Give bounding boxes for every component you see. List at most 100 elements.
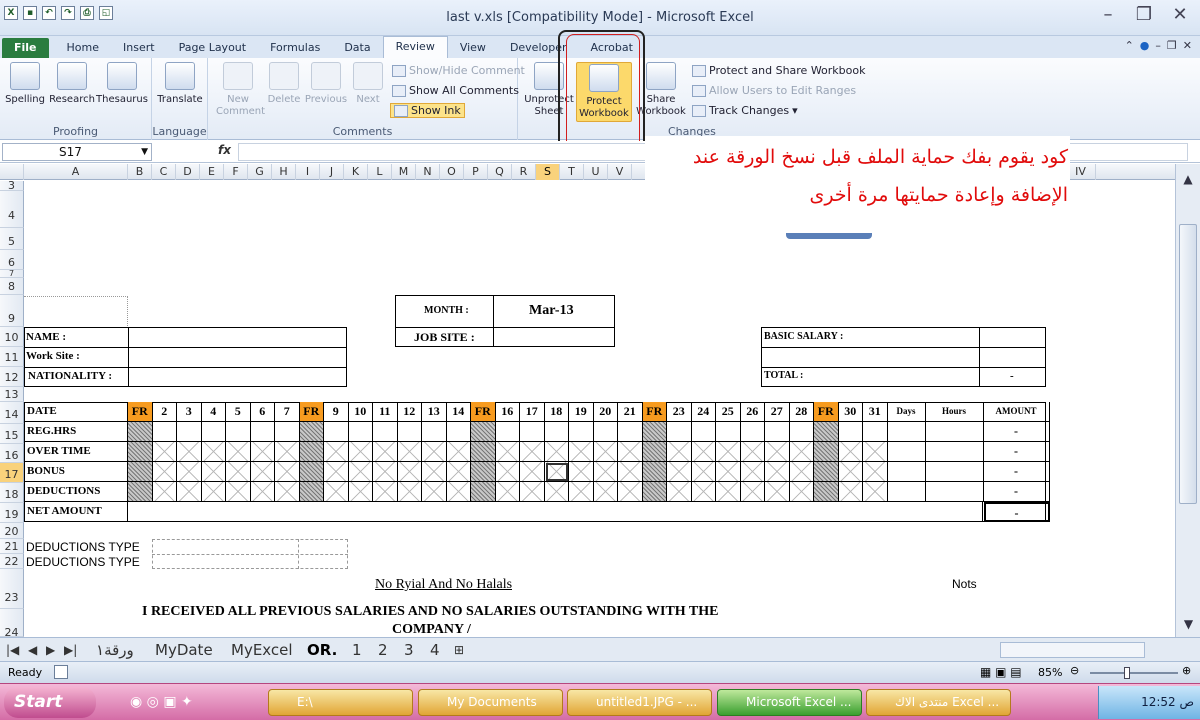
tab-insert[interactable]: Insert <box>111 38 167 58</box>
day-cell[interactable] <box>838 462 863 482</box>
day-cell[interactable] <box>569 462 594 482</box>
day-cell[interactable] <box>520 422 545 442</box>
col-header-c[interactable]: C <box>152 164 176 180</box>
scroll-down-icon[interactable]: ▼ <box>1176 617 1200 631</box>
zoom-slider-thumb[interactable] <box>1124 667 1130 679</box>
col-header-q[interactable]: Q <box>488 164 512 180</box>
day-cell[interactable] <box>863 482 888 502</box>
day-cell[interactable] <box>177 462 202 482</box>
day-cell[interactable] <box>177 442 202 462</box>
row-header[interactable]: 20 <box>0 523 24 539</box>
row-header[interactable]: 24 <box>0 609 24 639</box>
task-e-drive[interactable]: E:\ <box>268 689 413 716</box>
day-cell[interactable] <box>716 482 741 502</box>
row-header[interactable]: 8 <box>0 278 24 295</box>
col-header-n[interactable]: N <box>416 164 440 180</box>
day-cell[interactable] <box>373 482 398 502</box>
day-cell[interactable] <box>520 482 545 502</box>
day-cell[interactable] <box>397 422 422 442</box>
doc-restore-icon[interactable]: ❐ <box>1167 39 1177 52</box>
next-sheet-icon[interactable]: ▶ <box>46 640 55 660</box>
day-cell[interactable] <box>201 482 226 502</box>
vertical-scrollbar[interactable]: ▲ ▼ <box>1175 164 1200 637</box>
task-my-documents[interactable]: My Documents <box>418 689 563 716</box>
row-header[interactable]: 16 <box>0 444 24 463</box>
col-header-r[interactable]: R <box>512 164 536 180</box>
day-cell[interactable] <box>544 422 569 442</box>
row-header[interactable]: 14 <box>0 402 24 424</box>
day-cell[interactable] <box>520 462 545 482</box>
day-cell[interactable] <box>299 422 324 442</box>
day-cell[interactable] <box>348 482 373 502</box>
horizontal-scrollbar[interactable] <box>1000 642 1145 658</box>
day-cell[interactable] <box>201 422 226 442</box>
day-cell[interactable] <box>789 482 814 502</box>
day-cell[interactable] <box>250 462 275 482</box>
track-changes-button[interactable]: Track Changes ▾ <box>692 104 798 117</box>
day-cell[interactable] <box>642 442 667 462</box>
tab-file[interactable]: File <box>2 38 49 58</box>
doc-close-icon[interactable]: ✕ <box>1183 39 1192 52</box>
day-cell[interactable] <box>691 422 716 442</box>
summary-cell[interactable] <box>925 462 984 482</box>
worksheet[interactable]: MONTH : Mar-13 JOB SITE : NAME : Work Si… <box>24 181 1175 637</box>
col-header-a[interactable]: A <box>24 164 128 180</box>
day-cell[interactable] <box>373 442 398 462</box>
day-cell[interactable] <box>422 482 447 502</box>
day-cell[interactable] <box>544 442 569 462</box>
day-cell[interactable] <box>667 422 692 442</box>
scroll-thumb[interactable] <box>1179 224 1197 504</box>
day-cell[interactable] <box>275 422 300 442</box>
select-all-corner[interactable] <box>0 164 24 180</box>
month-value[interactable]: Mar-13 <box>529 303 574 319</box>
macro-record-icon[interactable] <box>54 665 68 679</box>
day-cell[interactable] <box>814 422 839 442</box>
day-cell[interactable] <box>593 462 618 482</box>
delete-comment-button[interactable]: Delete <box>264 62 304 106</box>
day-cell[interactable] <box>691 442 716 462</box>
day-cell[interactable] <box>593 442 618 462</box>
previous-comment-button[interactable]: Previous <box>304 62 348 106</box>
day-cell[interactable] <box>250 482 275 502</box>
row-header[interactable]: 9 <box>0 295 24 327</box>
day-cell[interactable] <box>422 442 447 462</box>
day-cell[interactable] <box>152 422 177 442</box>
col-header-j[interactable]: J <box>320 164 344 180</box>
row-header[interactable]: 18 <box>0 483 24 503</box>
next-comment-button[interactable]: Next <box>350 62 386 106</box>
quick-launch-icons[interactable]: ◉ ◎ ▣ ✦ <box>130 694 193 710</box>
day-cell[interactable] <box>152 442 177 462</box>
day-cell[interactable] <box>814 442 839 462</box>
tab-review[interactable]: Review <box>382 36 448 58</box>
day-cell[interactable] <box>765 422 790 442</box>
tab-page-layout[interactable]: Page Layout <box>167 38 259 58</box>
tab-data[interactable]: Data <box>332 38 382 58</box>
day-cell[interactable] <box>740 482 765 502</box>
row-header[interactable]: 5 <box>0 228 24 250</box>
day-cell[interactable] <box>495 422 520 442</box>
day-cell[interactable] <box>324 462 349 482</box>
day-cell[interactable] <box>618 442 643 462</box>
col-header-p[interactable]: P <box>464 164 488 180</box>
row-header[interactable]: 10 <box>0 327 24 347</box>
day-cell[interactable] <box>618 422 643 442</box>
day-cell[interactable] <box>691 482 716 502</box>
task-untitled-jpg[interactable]: untitled1.JPG - ... <box>567 689 712 716</box>
name-box[interactable]: S17 ▼ <box>2 143 152 161</box>
day-cell[interactable] <box>667 442 692 462</box>
sheet-tab-mydate[interactable]: MyDate <box>155 640 213 660</box>
row-header[interactable]: 11 <box>0 347 24 367</box>
last-sheet-icon[interactable]: ▶| <box>64 640 77 660</box>
zoom-in-icon[interactable]: ⊕ <box>1182 664 1191 677</box>
day-cell[interactable] <box>789 422 814 442</box>
day-cell[interactable] <box>667 462 692 482</box>
day-cell[interactable] <box>226 442 251 462</box>
day-cell[interactable] <box>569 482 594 502</box>
day-cell[interactable] <box>716 462 741 482</box>
day-cell[interactable] <box>593 482 618 502</box>
col-header-o[interactable]: O <box>440 164 464 180</box>
day-cell[interactable] <box>373 422 398 442</box>
day-cell[interactable] <box>618 482 643 502</box>
show-hide-comment-button[interactable]: Show/Hide Comment <box>392 64 525 77</box>
summary-cell[interactable] <box>925 422 984 442</box>
